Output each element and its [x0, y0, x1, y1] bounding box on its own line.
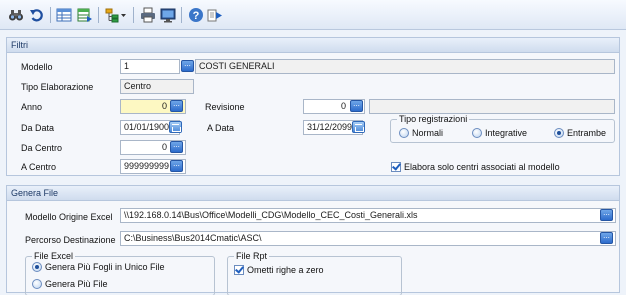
percorso-label: Percorso Destinazione	[25, 235, 116, 245]
modello-origine-browse-button[interactable]: ...	[600, 209, 613, 221]
radio-unico-file-label: Genera Più Fogli in Unico File	[45, 262, 165, 272]
help-icon[interactable]: ?	[188, 7, 204, 23]
excel-export-icon[interactable]	[77, 7, 93, 23]
tipo-registrazioni-group: Tipo registrazioni Normali Integrative E…	[390, 114, 615, 143]
file-excel-group: File Excel Genera Più Fogli in Unico Fil…	[25, 251, 215, 295]
radio-integrative-label: Integrative	[485, 128, 528, 138]
undo-icon[interactable]	[29, 7, 45, 23]
modello-description: COSTI GENERALI	[195, 59, 615, 74]
a-data-label: A Data	[207, 123, 235, 133]
revisione-lookup-button[interactable]: ...	[350, 100, 363, 112]
toolbar: ?	[0, 0, 626, 30]
revisione-label: Revisione	[205, 102, 245, 112]
modello-lookup-button[interactable]: ...	[181, 60, 194, 72]
radio-integrative[interactable]	[472, 128, 482, 138]
ometti-righe-label: Ometti righe a zero	[247, 265, 324, 275]
modello-label: Modello	[21, 62, 53, 72]
svg-text:?: ?	[193, 10, 200, 22]
radio-entrambe-label: Entrambe	[567, 128, 607, 138]
da-centro-label: Da Centro	[21, 143, 63, 153]
da-data-label: Da Data	[21, 123, 55, 133]
calendar-icon[interactable]	[169, 121, 182, 133]
tipo-registrazioni-title: Tipo registrazioni	[397, 114, 470, 124]
percorso-browse-button[interactable]: ...	[600, 232, 613, 244]
radio-unico-file[interactable]	[32, 262, 42, 272]
file-rpt-title: File Rpt	[234, 251, 270, 261]
toolbar-separator	[98, 7, 99, 23]
ometti-righe-checkbox[interactable]	[234, 265, 244, 275]
radio-piu-file[interactable]	[32, 279, 42, 289]
anno-lookup-button[interactable]: ...	[170, 100, 183, 112]
genera-file-panel-title: Genera File	[7, 186, 619, 201]
toolbar-separator	[133, 7, 134, 23]
a-centro-lookup-button[interactable]: ...	[170, 160, 183, 172]
anno-label: Anno	[21, 102, 43, 112]
binoculars-icon[interactable]	[8, 7, 24, 23]
radio-piu-file-label: Genera Più File	[45, 279, 108, 289]
toolbar-separator	[181, 7, 182, 23]
tree-dropdown-icon[interactable]	[105, 7, 127, 23]
file-rpt-group: File Rpt Ometti righe a zero	[227, 251, 402, 295]
genera-file-panel: Genera File Modello Origine Excel \\192.…	[6, 185, 620, 295]
tipo-elaborazione-label: Tipo Elaborazione	[21, 82, 94, 92]
revisione-description	[369, 99, 615, 114]
file-excel-title: File Excel	[32, 251, 76, 261]
radio-normali-label: Normali	[412, 128, 444, 138]
modello-origine-field[interactable]: \\192.168.0.14\Bus\Office\Modelli_CDG\Mo…	[120, 208, 616, 223]
radio-entrambe[interactable]	[554, 128, 564, 138]
tipo-elaborazione-field: Centro	[120, 79, 194, 94]
toolbar-separator	[50, 7, 51, 23]
grid-icon[interactable]	[56, 7, 72, 23]
run-icon[interactable]	[207, 7, 223, 23]
elabora-centri-checkbox[interactable]	[391, 162, 401, 172]
modello-field[interactable]: 1	[120, 59, 180, 74]
filters-panel-title: Filtri	[7, 38, 619, 53]
modello-origine-label: Modello Origine Excel	[25, 212, 113, 222]
radio-normali[interactable]	[399, 128, 409, 138]
elabora-centri-label: Elabora solo centri associati al modello	[404, 162, 560, 172]
filters-panel: Filtri Modello 1 ... COSTI GENERALI Tipo…	[6, 37, 620, 176]
monitor-icon[interactable]	[160, 7, 176, 23]
da-centro-lookup-button[interactable]: ...	[170, 141, 183, 153]
calendar-icon[interactable]	[352, 121, 365, 133]
a-centro-label: A Centro	[21, 162, 57, 172]
percorso-field[interactable]: C:\Business\Bus2014Cmatic\ASC\	[120, 231, 616, 246]
print-icon[interactable]	[140, 7, 156, 23]
